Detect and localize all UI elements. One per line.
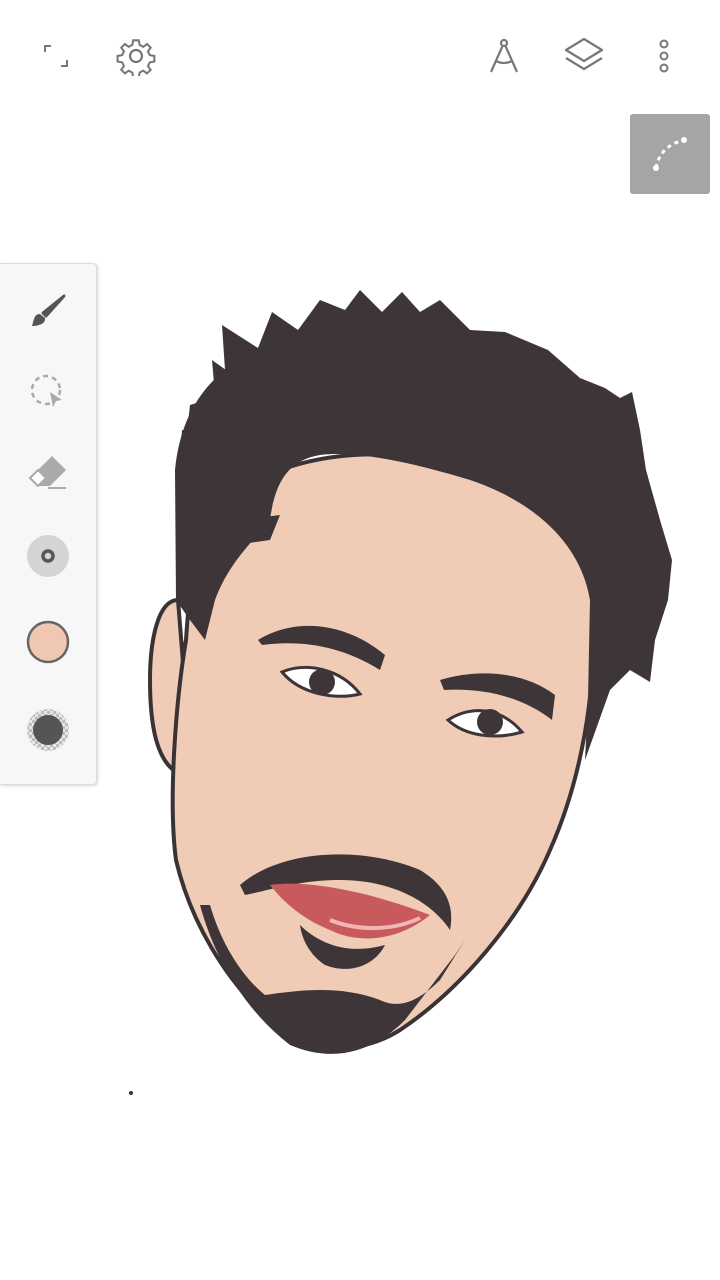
layers-button[interactable] xyxy=(556,28,612,84)
fullscreen-icon xyxy=(44,45,68,67)
bezier-curve-icon xyxy=(653,137,687,171)
settings-gear-icon xyxy=(116,39,156,76)
more-vertical-icon xyxy=(659,39,669,73)
stray-dot xyxy=(129,1091,133,1095)
drafting-button[interactable] xyxy=(476,28,532,84)
settings-button[interactable] xyxy=(108,28,164,84)
curve-tool-button[interactable] xyxy=(630,114,710,194)
drawing-canvas[interactable] xyxy=(0,200,720,1200)
layers-icon xyxy=(564,37,604,71)
fullscreen-button[interactable] xyxy=(28,28,84,84)
more-options-button[interactable] xyxy=(636,28,692,84)
drafting-compass-icon xyxy=(489,38,519,73)
top-toolbar xyxy=(0,0,720,110)
